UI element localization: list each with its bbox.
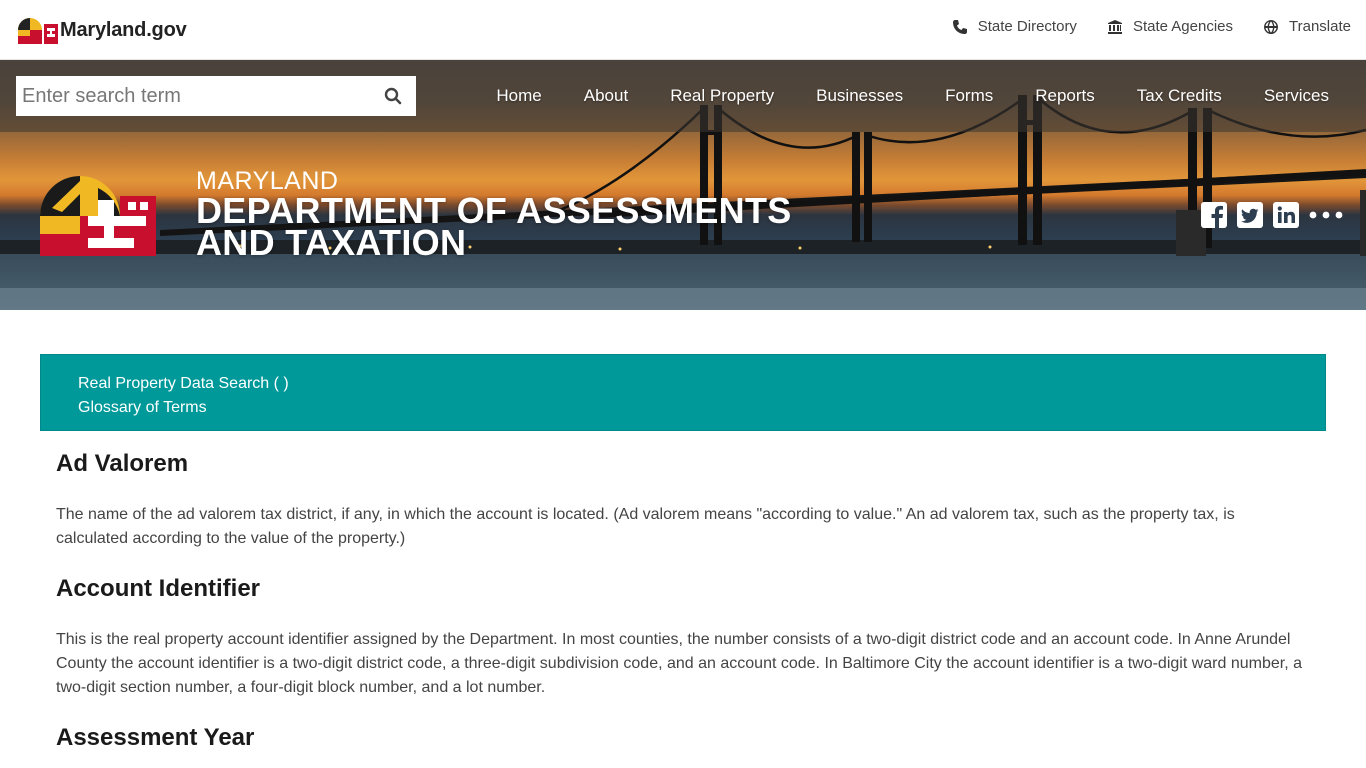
term-heading-assessment-year: Assessment Year: [56, 724, 255, 751]
globe-icon: [1264, 19, 1279, 34]
nav-real-property[interactable]: Real Property: [649, 86, 795, 106]
facebook-icon[interactable]: [1200, 201, 1228, 229]
term-heading-ad-valorem: Ad Valorem: [56, 450, 189, 477]
breadcrumb-glossary-of-terms[interactable]: Glossary of Terms: [78, 396, 1288, 420]
nav-tax-credits[interactable]: Tax Credits: [1116, 86, 1243, 106]
nav-services[interactable]: Services: [1243, 86, 1350, 106]
main-nav: Home About Real Property Businesses Form…: [475, 60, 1350, 132]
hero-banner: Home About Real Property Businesses Form…: [0, 60, 1366, 310]
state-directory-label: State Directory: [977, 18, 1077, 35]
nav-businesses[interactable]: Businesses: [795, 86, 924, 106]
term-definition-account-identifier: This is the real property account identi…: [56, 631, 1302, 696]
search-icon: [384, 87, 402, 105]
agency-flag-icon[interactable]: [40, 176, 156, 256]
maryland-gov-logo[interactable]: Maryland.gov: [16, 16, 187, 44]
nav-about[interactable]: About: [563, 86, 649, 106]
search-box: [16, 76, 416, 116]
term-heading-account-identifier: Account Identifier: [56, 575, 261, 602]
breadcrumb: Real Property Data Search ( ) Glossary o…: [40, 354, 1326, 431]
more-icon[interactable]: [1308, 201, 1344, 229]
maryland-gov-logo-text: Maryland.gov: [60, 18, 187, 41]
term-definition-ad-valorem: The name of the ad valorem tax district,…: [56, 506, 1235, 547]
state-directory-link[interactable]: State Directory: [952, 18, 1077, 35]
nav-home[interactable]: Home: [475, 86, 562, 106]
maryland-flag-icon: [18, 18, 58, 44]
nav-forms[interactable]: Forms: [924, 86, 1014, 106]
search-button[interactable]: [370, 76, 416, 116]
top-utility-bar: Maryland.gov State Directory State Agenc…: [0, 0, 1366, 60]
main-navbar: Home About Real Property Businesses Form…: [0, 60, 1366, 132]
phone-icon: [952, 19, 967, 34]
translate-link[interactable]: Translate: [1263, 18, 1351, 35]
search-input[interactable]: [16, 77, 370, 115]
state-agencies-link[interactable]: State Agencies: [1107, 18, 1233, 35]
linkedin-icon[interactable]: [1272, 201, 1300, 229]
building-icon: [1107, 19, 1122, 34]
nav-reports[interactable]: Reports: [1014, 86, 1116, 106]
social-links: [1200, 201, 1344, 229]
agency-name-line2: AND TAXATION: [196, 222, 467, 263]
translate-label: Translate: [1289, 18, 1351, 35]
agency-title: MARYLAND DEPARTMENT OF ASSESSMENTS AND T…: [196, 167, 792, 263]
twitter-icon[interactable]: [1236, 201, 1264, 229]
breadcrumb-real-property-data-search[interactable]: Real Property Data Search ( ): [78, 372, 1288, 396]
utility-links: State Directory State Agencies Translate: [952, 18, 1351, 35]
state-agencies-label: State Agencies: [1132, 18, 1234, 35]
